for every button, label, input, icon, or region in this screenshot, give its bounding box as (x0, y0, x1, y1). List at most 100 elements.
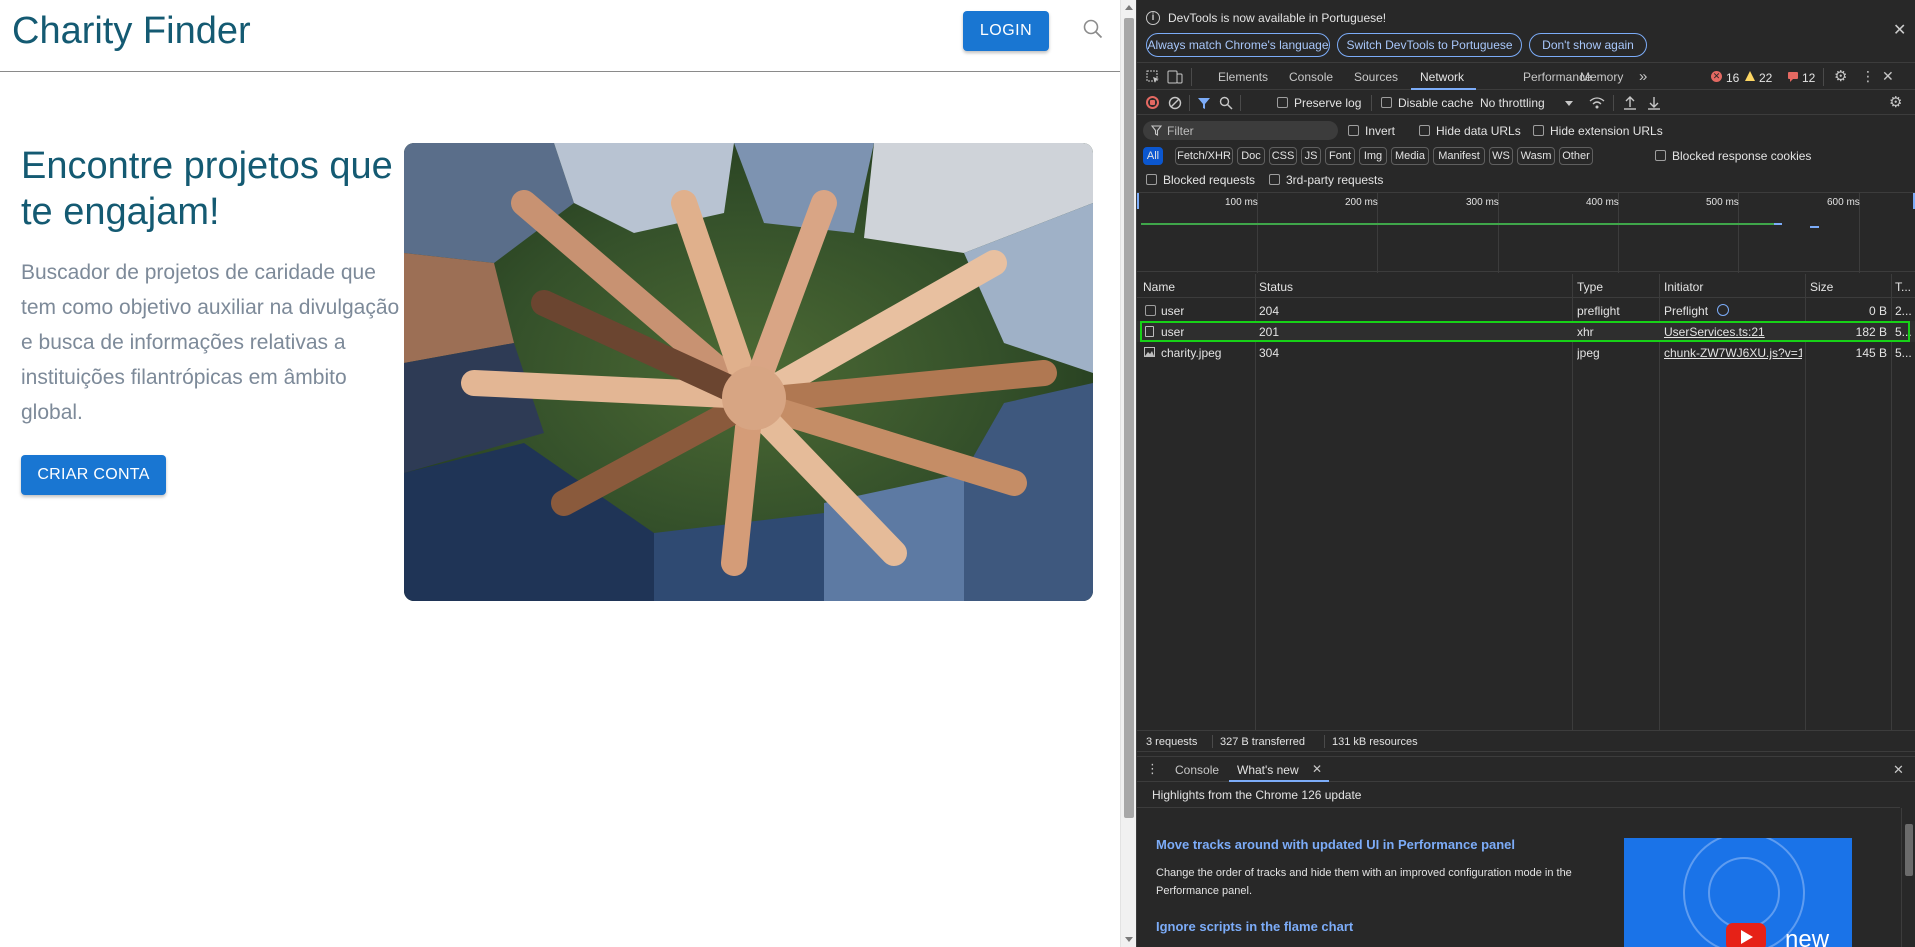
whats-new-item-title[interactable]: Ignore scripts in the flame chart (1156, 919, 1353, 934)
close-whats-new-icon[interactable]: ✕ (1312, 762, 1322, 776)
record-stop-icon[interactable] (1146, 96, 1159, 109)
timeline-start-handle[interactable] (1137, 193, 1139, 209)
request-initiator[interactable]: Preflight (1664, 304, 1708, 318)
request-type: jpeg (1577, 346, 1600, 360)
blocked-requests-checkbox[interactable] (1146, 174, 1157, 185)
header-initiator[interactable]: Initiator (1664, 280, 1703, 294)
chip-other[interactable]: Other (1559, 147, 1593, 165)
disable-cache-checkbox[interactable] (1381, 97, 1392, 108)
network-conditions-icon[interactable] (1589, 96, 1605, 110)
network-overview-timeline[interactable]: 100 ms 200 ms 300 ms 400 ms 500 ms 600 m… (1137, 192, 1915, 273)
request-time: 2... (1895, 304, 1912, 318)
request-status: 204 (1259, 304, 1280, 318)
scroll-up-arrow-icon[interactable] (1125, 5, 1133, 10)
issues-count[interactable]: 12 (1802, 71, 1815, 85)
clear-icon[interactable] (1168, 96, 1182, 110)
drawer-tab-whats-new[interactable]: What's new (1237, 763, 1299, 777)
chip-ws[interactable]: WS (1489, 147, 1513, 165)
drawer-scrollbar-thumb[interactable] (1905, 824, 1913, 876)
highlight-annotation (1140, 321, 1910, 342)
network-toolbar: Preserve log Disable cache No throttling… (1137, 91, 1915, 115)
header-status[interactable]: Status (1259, 280, 1293, 294)
tab-memory[interactable]: Memory (1580, 70, 1623, 84)
request-size: 0 B (1868, 304, 1887, 318)
import-har-icon[interactable] (1623, 95, 1637, 110)
request-size: 145 B (1855, 346, 1887, 360)
brand-title[interactable]: Charity Finder (12, 10, 251, 53)
create-account-button[interactable]: CRIAR CONTA (21, 455, 166, 495)
header-size[interactable]: Size (1810, 280, 1833, 294)
header-name[interactable]: Name (1143, 280, 1175, 294)
video-thumbnail-label: new (1785, 926, 1830, 947)
hide-extension-urls-checkbox[interactable] (1533, 125, 1544, 136)
search-icon[interactable] (1082, 18, 1104, 40)
throttling-select[interactable]: No throttling (1480, 96, 1545, 110)
chip-js[interactable]: JS (1301, 147, 1321, 165)
export-har-icon[interactable] (1647, 95, 1661, 110)
throttling-dropdown-icon[interactable] (1565, 101, 1573, 106)
chip-img[interactable]: Img (1359, 147, 1387, 165)
request-initiator[interactable]: chunk-ZW7WJ6XU.js?v=1e (1664, 346, 1802, 360)
error-count[interactable]: 16 (1726, 71, 1739, 85)
more-tabs-icon[interactable]: » (1639, 68, 1647, 85)
whats-new-item-title[interactable]: Move tracks around with updated UI in Pe… (1156, 837, 1515, 852)
warning-count[interactable]: 22 (1759, 71, 1772, 85)
header-time[interactable]: T... (1895, 280, 1911, 294)
requests-count: 3 requests (1146, 736, 1198, 748)
drawer-menu-icon[interactable]: ⋮ (1146, 761, 1159, 777)
request-name[interactable]: charity.jpeg (1161, 346, 1221, 360)
dont-show-again-button[interactable]: Don't show again (1529, 33, 1647, 57)
tab-elements[interactable]: Elements (1218, 70, 1268, 84)
tab-sources[interactable]: Sources (1354, 70, 1398, 84)
request-time: 5... (1895, 346, 1912, 360)
chip-all[interactable]: All (1143, 147, 1163, 165)
filter-funnel-icon[interactable] (1197, 96, 1211, 110)
resources-size: 131 kB resources (1332, 736, 1418, 748)
login-button[interactable]: LOGIN (963, 11, 1049, 51)
preflight-link-icon[interactable] (1717, 304, 1729, 316)
search-network-icon[interactable] (1219, 96, 1233, 110)
chip-doc[interactable]: Doc (1237, 147, 1265, 165)
close-drawer-icon[interactable]: ✕ (1893, 762, 1904, 778)
chip-media[interactable]: Media (1391, 147, 1429, 165)
tab-console[interactable]: Console (1289, 70, 1333, 84)
chip-css[interactable]: CSS (1269, 147, 1297, 165)
hide-data-urls-checkbox[interactable] (1419, 125, 1430, 136)
device-toolbar-icon[interactable] (1167, 70, 1183, 84)
table-row[interactable]: user 204 preflight Preflight 0 B 2... (1137, 300, 1915, 321)
close-devtools-icon[interactable]: ✕ (1882, 68, 1894, 85)
language-infobar: i DevTools is now available in Portugues… (1137, 0, 1915, 62)
more-options-icon[interactable]: ⋮ (1861, 68, 1875, 85)
settings-gear-icon[interactable]: ⚙ (1834, 67, 1847, 85)
chip-manifest[interactable]: Manifest (1433, 147, 1485, 165)
chip-font[interactable]: Font (1325, 147, 1355, 165)
third-party-requests-checkbox[interactable] (1269, 174, 1280, 185)
header-type[interactable]: Type (1577, 280, 1603, 294)
preserve-log-checkbox[interactable] (1277, 97, 1288, 108)
match-language-button[interactable]: Always match Chrome's language (1146, 33, 1330, 57)
page-scrollbar[interactable] (1120, 0, 1136, 947)
chip-fetch-xhr[interactable]: Fetch/XHR (1175, 147, 1233, 165)
filter-input[interactable]: Filter (1143, 121, 1338, 140)
tab-network[interactable]: Network (1420, 70, 1464, 84)
drawer-active-tab-indicator (1229, 780, 1329, 782)
timeline-tick-label: 200 ms (1345, 197, 1378, 208)
blocked-requests-label: Blocked requests (1163, 173, 1256, 187)
warning-icon (1745, 71, 1755, 81)
drawer-tab-console[interactable]: Console (1175, 763, 1219, 777)
table-row[interactable]: charity.jpeg 304 jpeg chunk-ZW7WJ6XU.js?… (1137, 342, 1915, 363)
app-header: Charity Finder LOGIN (0, 0, 1120, 72)
scroll-down-arrow-icon[interactable] (1125, 937, 1133, 942)
drawer-scrollbar[interactable] (1901, 808, 1915, 947)
chip-wasm[interactable]: Wasm (1517, 147, 1555, 165)
table-header: Name Status Type Initiator Size T... (1137, 274, 1915, 298)
invert-checkbox[interactable] (1348, 125, 1359, 136)
inspect-element-icon[interactable] (1146, 70, 1160, 84)
blocked-response-cookies-checkbox[interactable] (1655, 150, 1666, 161)
scrollbar-thumb[interactable] (1124, 18, 1134, 818)
devtools-panel: i DevTools is now available in Portugues… (1136, 0, 1915, 947)
network-settings-gear-icon[interactable]: ⚙ (1889, 93, 1902, 111)
infobar-close-icon[interactable]: ✕ (1893, 20, 1906, 40)
switch-language-button[interactable]: Switch DevTools to Portuguese (1337, 33, 1522, 57)
request-name[interactable]: user (1161, 304, 1184, 318)
